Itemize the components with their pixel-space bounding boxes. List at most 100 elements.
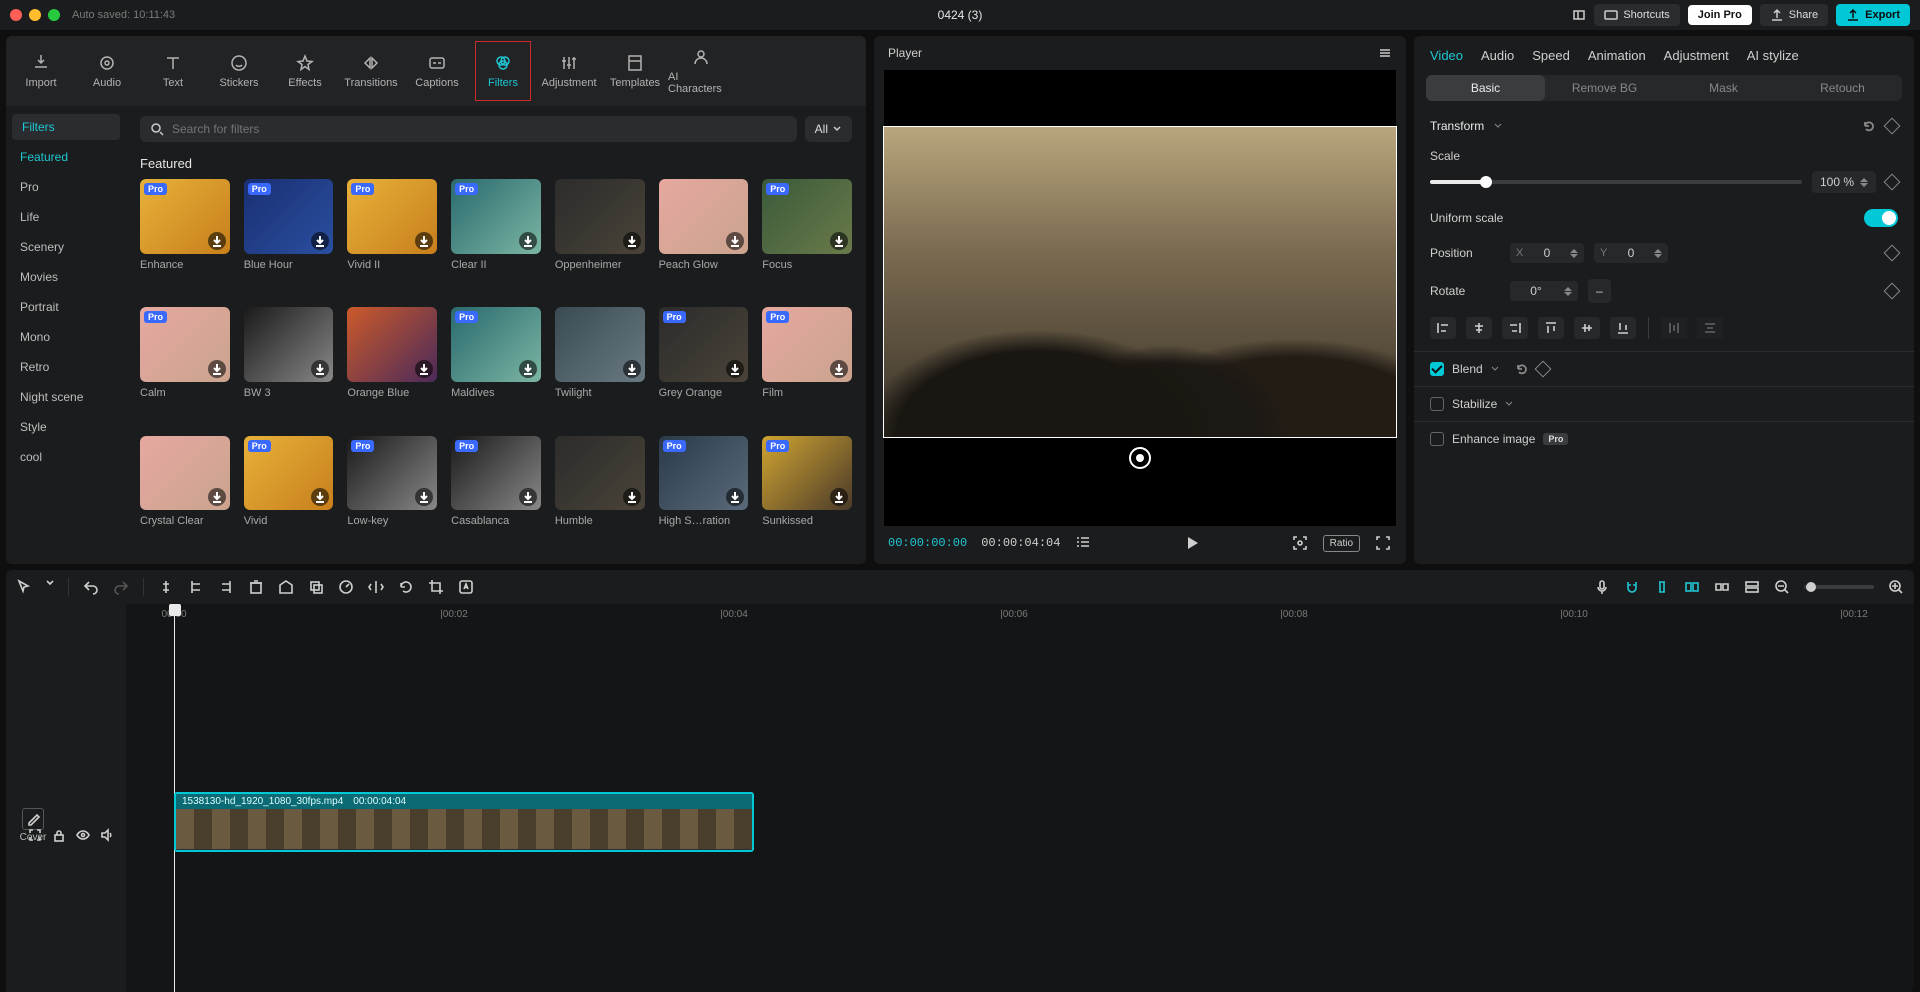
inspector-subtab-remove-bg[interactable]: Remove BG (1545, 75, 1664, 101)
zoom-slider[interactable] (1804, 585, 1874, 589)
inspector-subtab-basic[interactable]: Basic (1426, 75, 1545, 101)
eye-icon[interactable] (76, 828, 90, 842)
undo-icon[interactable] (83, 579, 99, 595)
scale-value[interactable]: 100 % (1812, 171, 1876, 193)
zoom-out-icon[interactable] (1774, 579, 1790, 595)
filter-card[interactable]: ProFilm (762, 307, 852, 425)
category-filters[interactable]: Filters (12, 114, 120, 140)
tab-audio[interactable]: Audio (74, 36, 140, 106)
filter-card[interactable]: BW 3 (244, 307, 334, 425)
keyframe-icon[interactable] (1884, 245, 1901, 262)
download-icon[interactable] (832, 234, 846, 248)
fullscreen-icon[interactable] (1374, 534, 1392, 552)
link-tracks-icon[interactable] (1654, 579, 1670, 595)
mirror-icon[interactable] (368, 579, 384, 595)
filter-card[interactable]: ProVivid (244, 436, 334, 554)
download-icon[interactable] (313, 490, 327, 504)
category-mono[interactable]: Mono (6, 322, 126, 352)
download-icon[interactable] (210, 362, 224, 376)
close-window-icon[interactable] (10, 9, 22, 21)
enhance-image-section[interactable]: Enhance image Pro (1414, 421, 1914, 456)
tab-text[interactable]: Text (140, 36, 206, 106)
download-icon[interactable] (832, 362, 846, 376)
enhance-checkbox[interactable] (1430, 432, 1444, 446)
filter-card[interactable]: ProVivid II (347, 179, 437, 297)
speed-icon[interactable] (338, 579, 354, 595)
ratio-button[interactable]: Ratio (1323, 535, 1360, 552)
distribute-v-icon[interactable] (1697, 317, 1723, 339)
tab-adjustment[interactable]: Adjustment (536, 36, 602, 106)
download-icon[interactable] (417, 362, 431, 376)
keyframe-icon[interactable] (1884, 174, 1901, 191)
tab-ai-characters[interactable]: AI Characters (668, 36, 734, 106)
export-button[interactable]: Export (1836, 4, 1910, 26)
filter-card[interactable]: ProSunkissed (762, 436, 852, 554)
category-style[interactable]: Style (6, 412, 126, 442)
keyframe-icon[interactable] (1884, 283, 1901, 300)
delete-icon[interactable] (248, 579, 264, 595)
redo-icon[interactable] (113, 579, 129, 595)
chevron-down-icon[interactable] (46, 579, 54, 595)
zoom-in-icon[interactable] (1888, 579, 1904, 595)
rotate-icon[interactable] (398, 579, 414, 595)
share-button[interactable]: Share (1760, 4, 1828, 26)
download-icon[interactable] (521, 490, 535, 504)
inspector-subtab-mask[interactable]: Mask (1664, 75, 1783, 101)
search-field[interactable] (140, 116, 797, 142)
download-icon[interactable] (313, 234, 327, 248)
tab-stickers[interactable]: Stickers (206, 36, 272, 106)
align-right-icon[interactable] (1502, 317, 1528, 339)
reset-icon[interactable] (1862, 119, 1876, 133)
lock-icon[interactable] (52, 828, 66, 842)
filter-card[interactable]: Humble (555, 436, 645, 554)
inspector-tab-video[interactable]: Video (1430, 48, 1463, 63)
inspector-tab-audio[interactable]: Audio (1481, 48, 1514, 63)
toggle-tracks-icon[interactable] (1714, 579, 1730, 595)
filter-card[interactable]: ProCalm (140, 307, 230, 425)
inspector-tab-adjustment[interactable]: Adjustment (1664, 48, 1729, 63)
inspector-tab-ai-stylize[interactable]: AI stylize (1747, 48, 1799, 63)
timeline-tracks[interactable]: 00:00|00:02|00:04|00:06|00:08|00:10|00:1… (126, 604, 1914, 992)
blend-checkbox[interactable] (1430, 362, 1444, 376)
keyframe-icon[interactable] (1534, 361, 1551, 378)
rotate-input[interactable]: 0° (1510, 281, 1578, 301)
play-button-icon[interactable] (1183, 534, 1201, 552)
inspector-subtab-retouch[interactable]: Retouch (1783, 75, 1902, 101)
filter-all-button[interactable]: All (805, 116, 852, 142)
filter-card[interactable]: ProFocus (762, 179, 852, 297)
inspector-tab-speed[interactable]: Speed (1532, 48, 1570, 63)
timeline-ruler[interactable]: 00:00|00:02|00:04|00:06|00:08|00:10|00:1… (126, 604, 1914, 628)
pointer-tool-icon[interactable] (16, 579, 32, 595)
download-icon[interactable] (728, 362, 742, 376)
ai-effect-icon[interactable] (458, 579, 474, 595)
player-menu-icon[interactable] (1378, 46, 1392, 60)
align-left-icon[interactable] (1430, 317, 1456, 339)
scale-slider[interactable] (1430, 180, 1802, 184)
magnet-snap-icon[interactable] (1624, 579, 1640, 595)
speaker-icon[interactable] (100, 828, 114, 842)
filter-card[interactable]: ProLow-key (347, 436, 437, 554)
filter-card[interactable]: ProBlue Hour (244, 179, 334, 297)
category-retro[interactable]: Retro (6, 352, 126, 382)
filter-card[interactable]: Twilight (555, 307, 645, 425)
distribute-h-icon[interactable] (1661, 317, 1687, 339)
rotate-flip-button[interactable]: – (1588, 279, 1611, 303)
category-featured[interactable]: Featured (6, 142, 126, 172)
align-hcenter-icon[interactable] (1466, 317, 1492, 339)
position-y-input[interactable]: Y0 (1594, 243, 1668, 263)
stabilize-section[interactable]: Stabilize (1414, 386, 1914, 421)
reset-icon[interactable] (1515, 362, 1529, 376)
filter-card[interactable]: ProHigh S…ration (659, 436, 749, 554)
filter-card[interactable]: Peach Glow (659, 179, 749, 297)
video-clip[interactable]: 1538130-hd_1920_1080_30fps.mp400:00:04:0… (174, 792, 754, 852)
search-input[interactable] (172, 122, 787, 136)
blend-section[interactable]: Blend (1414, 351, 1914, 386)
download-icon[interactable] (313, 362, 327, 376)
category-life[interactable]: Life (6, 202, 126, 232)
stabilize-checkbox[interactable] (1430, 397, 1444, 411)
download-icon[interactable] (417, 234, 431, 248)
download-icon[interactable] (625, 234, 639, 248)
filter-card[interactable]: Crystal Clear (140, 436, 230, 554)
category-movies[interactable]: Movies (6, 262, 126, 292)
download-icon[interactable] (625, 362, 639, 376)
